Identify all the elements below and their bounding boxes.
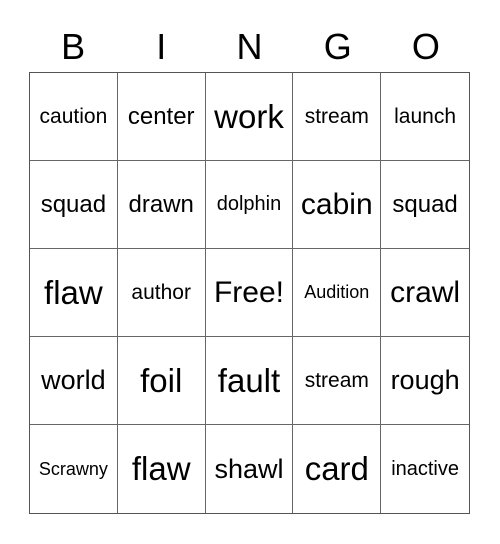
- bingo-cell[interactable]: fault: [205, 337, 294, 425]
- bingo-cell[interactable]: center: [117, 73, 206, 161]
- bingo-cell[interactable]: squad: [30, 161, 118, 249]
- bingo-cell[interactable]: crawl: [381, 249, 469, 337]
- bingo-cell[interactable]: card: [293, 425, 382, 513]
- bingo-cell[interactable]: shawl: [206, 425, 294, 513]
- bingo-cell[interactable]: dolphin: [205, 161, 294, 249]
- bingo-cell[interactable]: stream: [293, 337, 382, 425]
- bingo-cell[interactable]: author: [117, 249, 206, 337]
- header-letter-o: O: [411, 26, 440, 67]
- bingo-cell[interactable]: launch: [381, 73, 469, 161]
- header-letter-g: G: [323, 26, 352, 67]
- bingo-cell[interactable]: world: [30, 337, 118, 425]
- header-letter-n: N: [236, 26, 263, 67]
- bingo-cell[interactable]: Scrawny: [30, 425, 118, 513]
- bingo-cell[interactable]: rough: [381, 337, 469, 425]
- header-letter-b: B: [61, 26, 86, 67]
- bingo-cell[interactable]: cabin: [293, 161, 382, 249]
- bingo-cell[interactable]: flaw: [30, 249, 118, 337]
- bingo-cell[interactable]: drawn: [117, 161, 206, 249]
- bingo-cell[interactable]: caution: [30, 73, 118, 161]
- bingo-cell[interactable]: stream: [293, 73, 382, 161]
- bingo-cell[interactable]: work: [205, 73, 294, 161]
- bingo-cell[interactable]: squad: [381, 161, 469, 249]
- bingo-grid: caution center work stream launch squad …: [29, 72, 470, 514]
- bingo-cell[interactable]: flaw: [118, 425, 206, 513]
- bingo-cell[interactable]: foil: [117, 337, 206, 425]
- bingo-header: B I N G O: [29, 22, 470, 72]
- header-letter-i: I: [156, 26, 167, 67]
- free-space-cell[interactable]: Free!: [205, 249, 294, 337]
- bingo-cell[interactable]: Audition: [293, 249, 382, 337]
- bingo-cell[interactable]: inactive: [381, 425, 469, 513]
